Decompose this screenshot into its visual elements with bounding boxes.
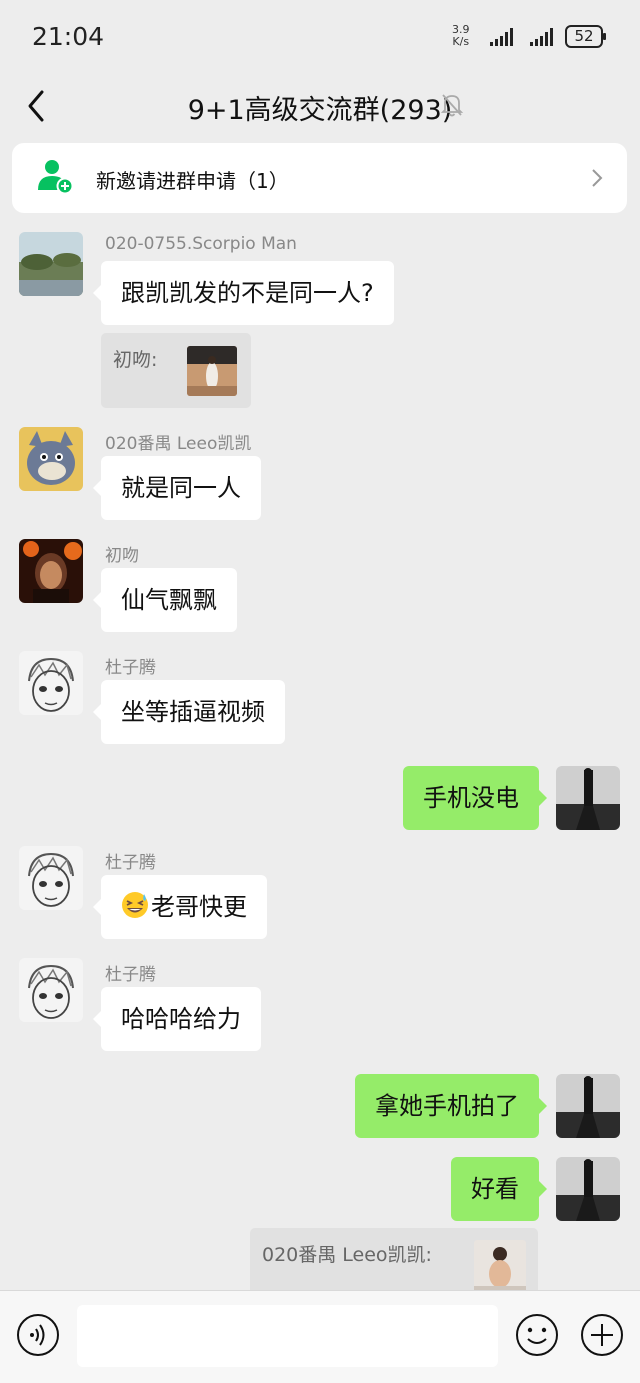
- sender-name: 020-0755.Scorpio Man: [105, 234, 297, 254]
- more-actions-button[interactable]: [580, 1313, 624, 1357]
- quote-image-thumbnail[interactable]: [187, 346, 237, 396]
- chevron-right-icon: [591, 168, 603, 188]
- message-text: 老哥快更: [151, 893, 247, 921]
- quoted-reply[interactable]: 020番禺 Leeo凯凯:: [250, 1228, 538, 1290]
- avatar-self[interactable]: [556, 766, 620, 830]
- chevron-left-icon: [28, 90, 44, 122]
- message-bubble[interactable]: 拿她手机拍了: [355, 1074, 547, 1138]
- network-speed-unit: K/s: [452, 35, 470, 48]
- message-incoming: 初吻 仙气飘飘: [0, 533, 640, 633]
- plus-icon: [581, 1314, 623, 1356]
- message-bubble[interactable]: 哈哈哈给力: [93, 987, 261, 1051]
- avatar-self[interactable]: [556, 1074, 620, 1138]
- battery-tip: [603, 33, 606, 40]
- avatar[interactable]: [19, 846, 83, 910]
- message-outgoing: 拿她手机拍了: [0, 1074, 640, 1140]
- avatar[interactable]: [19, 651, 83, 715]
- battery-indicator: 52: [565, 25, 603, 48]
- sender-name: 杜子腾: [105, 658, 156, 678]
- chat-input-bar: [0, 1290, 640, 1383]
- message-bubble[interactable]: 坐等插逼视频: [93, 680, 285, 744]
- sender-name: 020番禺 Leeo凯凯: [105, 434, 252, 454]
- message-incoming: 杜子腾 坐等插逼视频: [0, 645, 640, 745]
- sender-name: 初吻: [105, 546, 139, 566]
- group-invite-request-banner[interactable]: 新邀请进群申请（1）: [12, 143, 627, 213]
- avatar-self[interactable]: [556, 1157, 620, 1221]
- chat-header: 9+1高级交流群(293): [0, 72, 640, 140]
- message-incoming: 杜子腾 老哥快更: [0, 840, 640, 940]
- signal-icon-secondary: [530, 26, 560, 46]
- message-input[interactable]: [77, 1305, 498, 1367]
- message-bubble[interactable]: 就是同一人: [93, 456, 261, 520]
- quote-image-thumbnail[interactable]: [474, 1240, 526, 1290]
- avatar[interactable]: [19, 232, 83, 296]
- status-bar: 21:04 3.9 K/s 52: [0, 0, 640, 72]
- voice-icon: [17, 1314, 59, 1356]
- quoted-reply[interactable]: 初吻:: [101, 333, 251, 408]
- message-list[interactable]: 020-0755.Scorpio Man 跟凯凯发的不是同一人? 初吻: 020…: [0, 226, 640, 1290]
- message-incoming: 020番禺 Leeo凯凯 就是同一人: [0, 421, 640, 521]
- grinning-squint-sweat-emoji: [122, 892, 148, 918]
- signal-icon: [490, 26, 520, 46]
- voice-input-button[interactable]: [16, 1313, 60, 1357]
- sender-name: 杜子腾: [105, 965, 156, 985]
- message-bubble[interactable]: 仙气飘飘: [93, 568, 237, 632]
- sender-name: 杜子腾: [105, 853, 156, 873]
- invite-request-label: 新邀请进群申请（1）: [96, 169, 289, 193]
- bell-off-icon: [440, 94, 464, 117]
- message-incoming: 杜子腾 哈哈哈给力: [0, 952, 640, 1052]
- avatar[interactable]: [19, 958, 83, 1022]
- avatar[interactable]: [19, 427, 83, 491]
- mute-indicator: [440, 92, 464, 118]
- message-bubble[interactable]: 好看: [451, 1157, 547, 1221]
- emoji-icon: [516, 1314, 558, 1356]
- message-incoming: 020-0755.Scorpio Man 跟凯凯发的不是同一人? 初吻:: [0, 226, 640, 411]
- chat-title: 9+1高级交流群(293): [187, 95, 453, 126]
- message-bubble[interactable]: 老哥快更: [93, 875, 267, 939]
- avatar[interactable]: [19, 539, 83, 603]
- status-time: 21:04: [32, 22, 105, 51]
- back-button[interactable]: [20, 86, 56, 126]
- message-outgoing: 好看 020番禺 Leeo凯凯:: [0, 1157, 640, 1290]
- message-outgoing: 手机没电: [0, 766, 640, 832]
- message-bubble[interactable]: 跟凯凯发的不是同一人?: [93, 261, 394, 325]
- add-member-icon: [36, 157, 76, 197]
- message-bubble[interactable]: 手机没电: [403, 766, 547, 830]
- quote-sender: 020番禺 Leeo凯凯:: [262, 1244, 432, 1266]
- quote-sender: 初吻:: [113, 349, 158, 371]
- emoji-button[interactable]: [515, 1313, 559, 1357]
- network-speed: 3.9 K/s: [452, 24, 470, 48]
